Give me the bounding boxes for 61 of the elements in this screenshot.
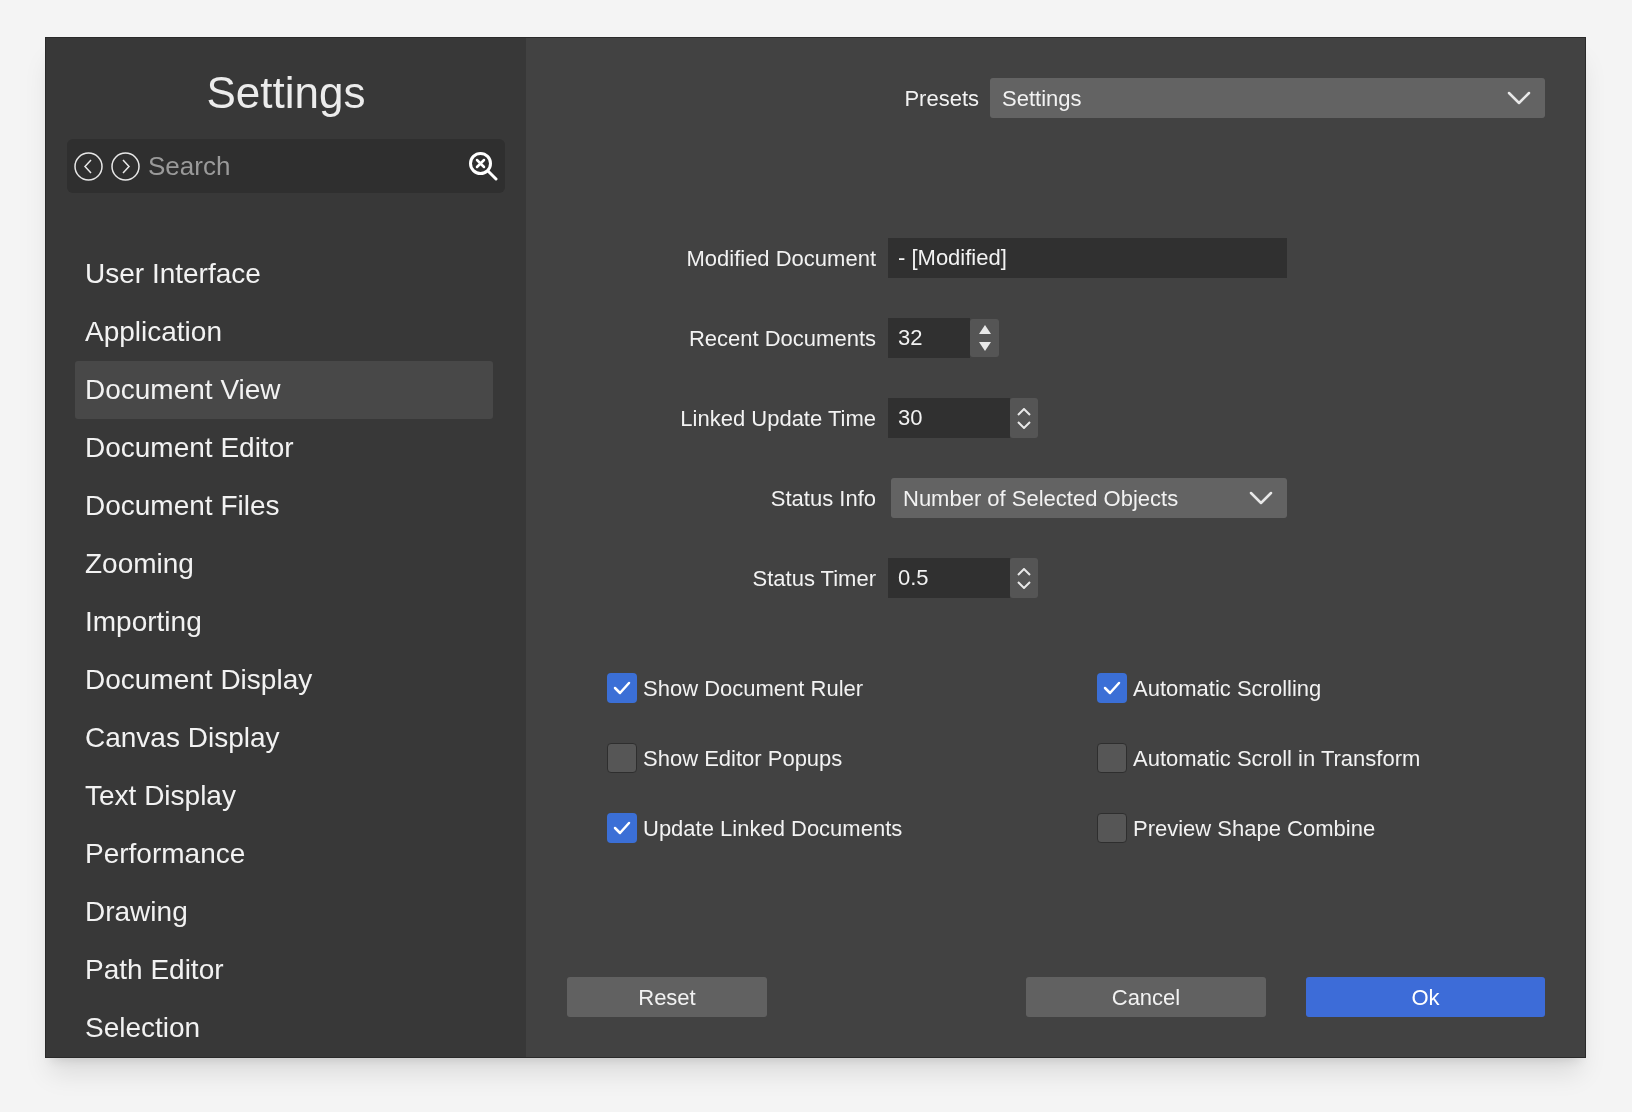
sidebar-item[interactable]: Text Display [75,767,493,825]
cancel-button[interactable]: Cancel [1026,977,1266,1017]
search-field[interactable]: Search [148,146,460,186]
ok-button[interactable]: Ok [1306,977,1545,1017]
triangle-up-icon [978,325,991,334]
field-label: Status Timer [751,564,876,593]
sidebar-item[interactable]: Document Display [75,651,493,709]
checkbox[interactable] [607,813,637,843]
sidebar-item[interactable]: Path Editor [75,941,493,999]
checkbox-label: Show Document Ruler [643,674,864,703]
sidebar-item[interactable]: Document Files [75,477,493,535]
checkbox-label: Update Linked Documents [643,814,903,843]
sidebar-item[interactable]: Importing [75,593,493,651]
text-field[interactable]: - [Modified] [888,238,1287,278]
chevron-up-icon [1017,407,1031,416]
sidebar-item[interactable]: Document Editor [75,419,493,477]
search-clear-icon[interactable] [468,151,498,181]
back-icon[interactable] [74,151,103,181]
sidebar-item[interactable]: Performance [75,825,493,883]
sidebar-item[interactable]: User Interface [75,245,493,303]
checkbox-label: Preview Shape Combine [1133,814,1376,843]
checkmark-icon [613,821,631,835]
number-field[interactable]: 0.5 [888,558,1010,598]
checkbox[interactable] [1097,673,1127,703]
forward-icon[interactable] [111,151,140,181]
checkmark-icon [613,681,631,695]
field-label: Recent Documents [687,324,876,353]
chevron-down-icon [1017,420,1031,429]
number-field[interactable]: 30 [888,398,1010,438]
sidebar-item[interactable]: Zooming [75,535,493,593]
field-label: Linked Update Time [679,404,876,433]
stepper-control[interactable] [1010,398,1038,438]
checkbox[interactable] [1097,743,1127,773]
sidebar-item[interactable]: Document View [75,361,493,419]
search-bar[interactable]: Search [67,139,505,193]
checkbox[interactable] [607,743,637,773]
field-label: Modified Document [685,244,876,273]
presets-label: Presets [904,84,979,113]
sidebar-title: Settings [205,67,367,119]
chevron-down-icon [1507,91,1531,105]
chevron-up-icon [1017,567,1031,576]
chevron-down-icon [1249,491,1273,505]
chevron-down-icon [1017,580,1031,589]
sidebar-item[interactable]: Canvas Display [75,709,493,767]
number-field[interactable]: 32 [888,318,970,358]
sidebar-item[interactable]: Selection [75,999,493,1057]
presets-dropdown[interactable]: Settings [990,78,1545,118]
stepper-control[interactable] [1010,558,1038,598]
reset-button[interactable]: Reset [567,977,767,1017]
sidebar-item[interactable]: Application [75,303,493,361]
checkbox-label: Automatic Scrolling [1133,674,1322,703]
sidebar-item[interactable]: Drawing [75,883,493,941]
checkbox[interactable] [607,673,637,703]
checkbox-label: Automatic Scroll in Transform [1133,744,1421,773]
triangle-down-icon [978,342,991,351]
checkbox[interactable] [1097,813,1127,843]
checkbox-label: Show Editor Popups [643,744,843,773]
stepper-control[interactable] [970,319,999,357]
field-label: Status Info [769,484,876,513]
dropdown[interactable]: Number of Selected Objects [891,478,1287,518]
checkmark-icon [1103,681,1121,695]
